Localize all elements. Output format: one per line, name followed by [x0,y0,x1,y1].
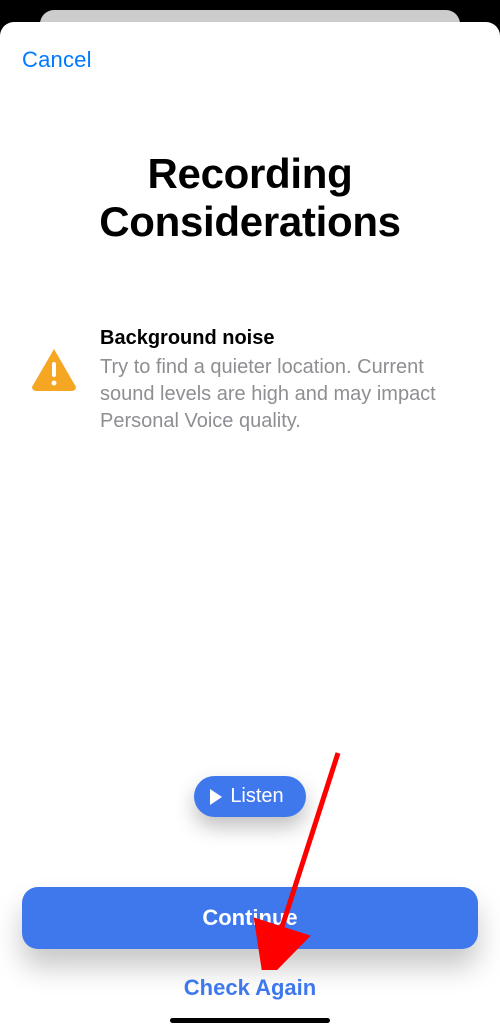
check-again-button[interactable]: Check Again [22,975,478,1001]
flex-spacer [22,435,478,776]
info-row: Background noise Try to find a quieter l… [22,327,478,435]
modal-sheet: Cancel Recording Considerations Backgrou… [0,22,500,1031]
listen-row: Listen [22,776,478,817]
nav-bar: Cancel [22,40,478,80]
info-text-block: Background noise Try to find a quieter l… [80,327,472,435]
listen-button-label: Listen [230,785,283,808]
info-title: Background noise [100,327,472,350]
warning-icon [28,347,80,391]
info-body: Try to find a quieter location. Current … [100,354,472,435]
home-indicator [170,1018,330,1023]
page-title: Recording Considerations [22,150,478,247]
play-icon [210,789,222,805]
cancel-button[interactable]: Cancel [22,47,92,73]
continue-button[interactable]: Continue [22,887,478,949]
listen-button[interactable]: Listen [194,776,305,817]
